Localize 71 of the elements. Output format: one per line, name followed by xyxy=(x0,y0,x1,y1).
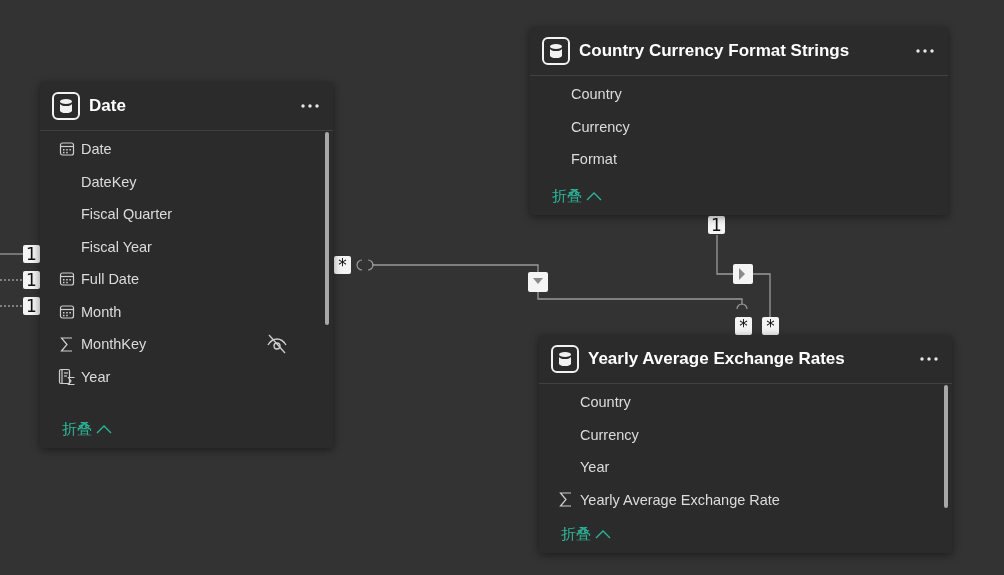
field-row[interactable]: Year xyxy=(40,360,333,393)
scrollbar[interactable] xyxy=(325,132,329,325)
relationship-line xyxy=(0,253,25,255)
field-row[interactable]: MonthKey xyxy=(40,328,333,361)
field-row[interactable]: Currency xyxy=(539,418,952,451)
field-row[interactable]: Country xyxy=(530,78,948,111)
sigma-icon xyxy=(59,335,75,353)
field-row[interactable]: Format xyxy=(530,143,948,176)
chevron-up-icon xyxy=(96,424,112,434)
table-title: Yearly Average Exchange Rates xyxy=(588,349,845,369)
field-row[interactable]: Fiscal Quarter xyxy=(40,198,333,231)
field-row[interactable]: Year xyxy=(539,451,952,484)
table-icon xyxy=(52,92,80,120)
calendar-icon xyxy=(59,271,75,288)
field-row[interactable]: Fiscal Year xyxy=(40,230,333,263)
calendar-icon xyxy=(59,141,75,158)
field-row[interactable]: Country xyxy=(539,386,952,419)
field-name: Yearly Average Exchange Rate xyxy=(580,491,780,508)
more-options-icon[interactable] xyxy=(301,104,319,108)
calendar-icon xyxy=(59,303,75,320)
filter-direction-icon[interactable] xyxy=(733,264,753,284)
table-icon xyxy=(551,345,579,373)
cardinality-label: * xyxy=(334,256,351,274)
hierarchy-icon xyxy=(58,367,76,386)
cardinality-label: 1 xyxy=(23,245,40,263)
field-row[interactable]: DateKey xyxy=(40,165,333,198)
field-name: Country xyxy=(571,86,622,103)
field-name: Format xyxy=(571,151,617,168)
optional-join-icon xyxy=(356,259,374,271)
collapse-button[interactable]: 折叠 xyxy=(561,524,611,544)
more-options-icon[interactable] xyxy=(920,357,938,361)
field-name: Country xyxy=(580,394,631,411)
field-name: Date xyxy=(81,141,112,158)
relationship-line xyxy=(0,305,25,307)
field-name: Month xyxy=(81,303,122,320)
cardinality-label: 1 xyxy=(708,216,725,234)
field-name: Currency xyxy=(571,118,630,135)
table-card[interactable]: Country Currency Format Strings Country Currency Format 折叠 xyxy=(530,27,948,215)
cardinality-label: * xyxy=(735,317,752,335)
chevron-up-icon xyxy=(586,191,602,201)
cardinality-label: 1 xyxy=(23,271,40,289)
optional-join-icon xyxy=(736,303,748,310)
field-row[interactable]: Month xyxy=(40,295,333,328)
field-row[interactable]: Date xyxy=(40,133,333,166)
field-row[interactable]: Full Date xyxy=(40,263,333,296)
table-title: Country Currency Format Strings xyxy=(579,41,850,61)
table-card[interactable]: Date Date DateKey Fiscal Quarter Fiscal Year Full Date Month MonthKey Year 折叠 xyxy=(40,82,333,448)
sigma-icon xyxy=(558,491,574,509)
filter-direction-icon[interactable] xyxy=(528,272,548,292)
field-name: Full Date xyxy=(81,271,140,288)
cardinality-label: 1 xyxy=(23,297,40,315)
field-name: Fiscal Quarter xyxy=(81,206,173,223)
field-row[interactable]: Currency xyxy=(530,110,948,143)
hidden-eye-icon[interactable] xyxy=(266,334,288,355)
field-name: Year xyxy=(81,368,111,385)
chevron-up-icon xyxy=(595,529,611,539)
relationship-line xyxy=(0,279,25,281)
field-name: MonthKey xyxy=(81,336,147,353)
field-name: Fiscal Year xyxy=(81,238,152,255)
scrollbar[interactable] xyxy=(944,385,948,508)
more-options-icon[interactable] xyxy=(916,49,934,53)
table-card[interactable]: Yearly Average Exchange Rates Country Currency Year Yearly Average Exchange Rate 折叠 xyxy=(539,335,952,553)
cardinality-label: * xyxy=(762,317,779,335)
field-name: Currency xyxy=(580,426,639,443)
field-name: DateKey xyxy=(81,173,137,190)
collapse-button[interactable]: 折叠 xyxy=(62,419,112,439)
table-icon xyxy=(542,37,570,65)
field-name: Year xyxy=(580,459,610,476)
table-title: Date xyxy=(89,96,126,116)
field-row[interactable]: Yearly Average Exchange Rate xyxy=(539,483,952,516)
collapse-button[interactable]: 折叠 xyxy=(552,186,602,206)
